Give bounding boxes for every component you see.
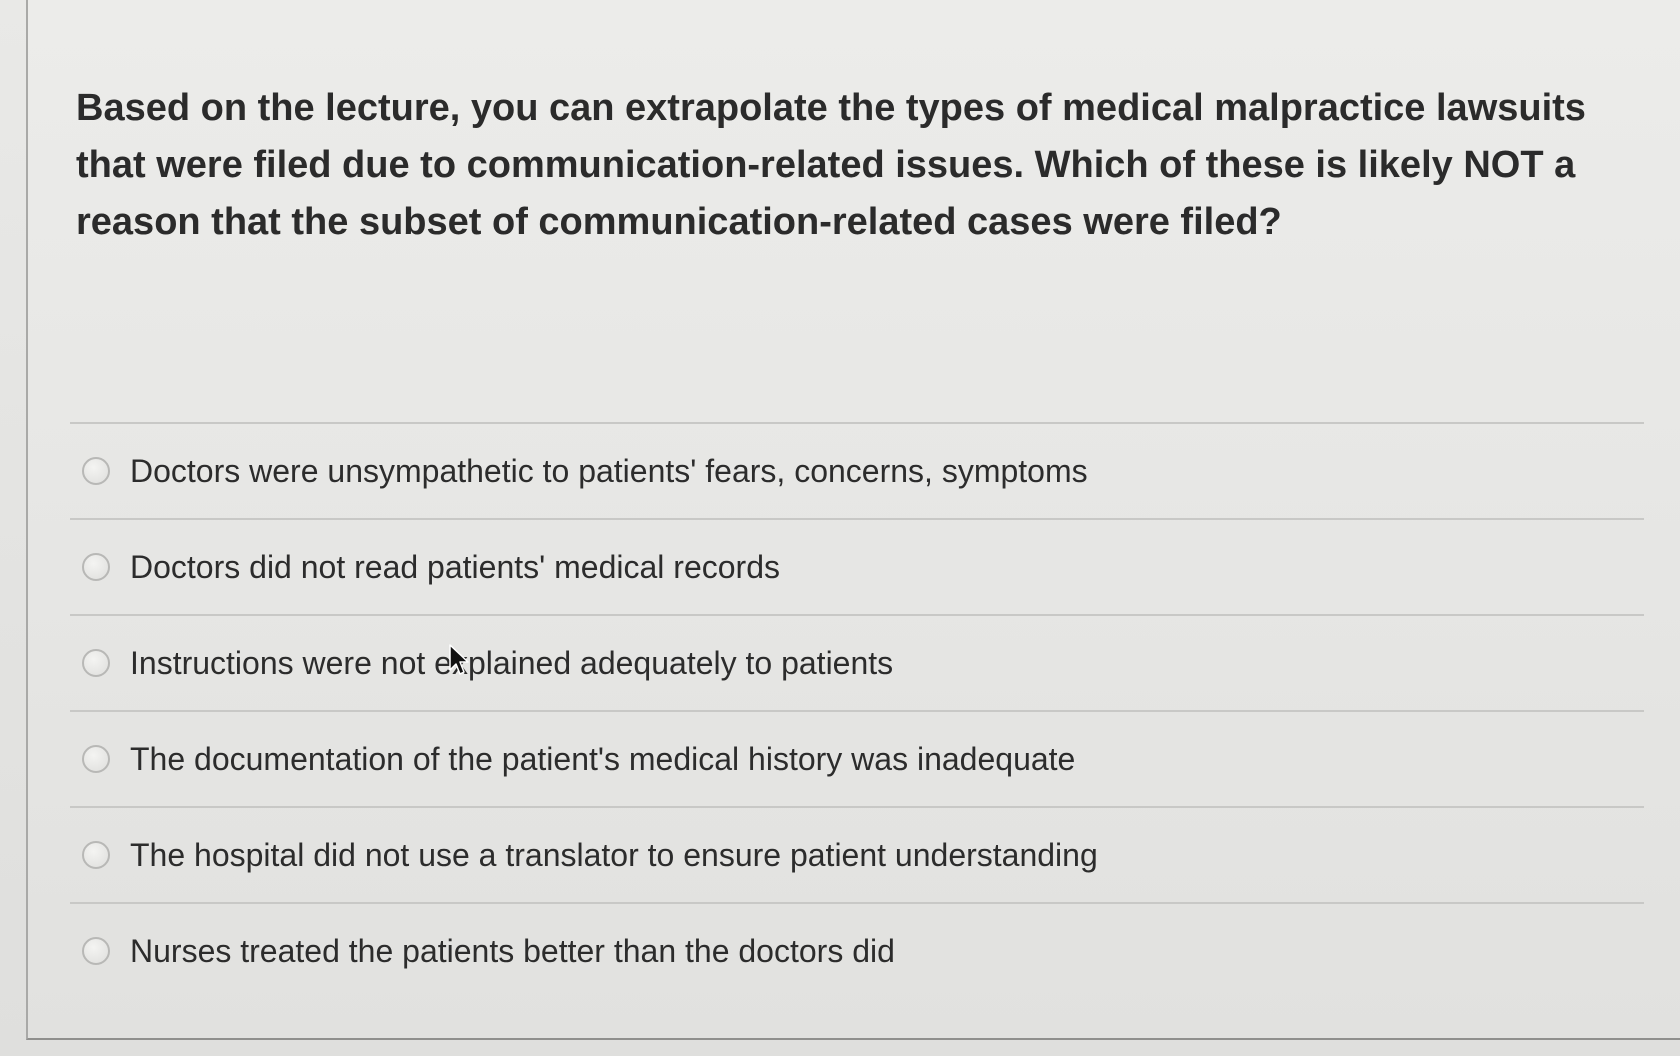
answer-label: Doctors did not read patients' medical r…	[130, 548, 780, 585]
quiz-screen: Based on the lecture, you can extrapolat…	[0, 0, 1680, 1056]
radio-unselected-icon[interactable]	[82, 553, 110, 581]
answer-option-3[interactable]: Instructions were not explained adequate…	[70, 616, 1644, 710]
answer-label: The hospital did not use a translator to…	[130, 836, 1098, 873]
answer-option-6[interactable]: Nurses treated the patients better than …	[70, 904, 1644, 998]
radio-unselected-icon[interactable]	[82, 841, 110, 869]
radio-unselected-icon[interactable]	[82, 937, 110, 965]
answer-label: The documentation of the patient's medic…	[130, 740, 1076, 777]
question-card: Based on the lecture, you can extrapolat…	[26, 0, 1680, 1040]
answer-label: Doctors were unsympathetic to patients' …	[130, 452, 1088, 489]
answer-label: Nurses treated the patients better than …	[130, 932, 895, 969]
answer-option-4[interactable]: The documentation of the patient's medic…	[70, 712, 1644, 806]
radio-unselected-icon[interactable]	[82, 457, 110, 485]
question-text: Based on the lecture, you can extrapolat…	[76, 87, 1586, 243]
answer-option-2[interactable]: Doctors did not read patients' medical r…	[70, 520, 1644, 614]
radio-unselected-icon[interactable]	[82, 745, 110, 773]
answer-list: Doctors were unsympathetic to patients' …	[70, 422, 1644, 998]
radio-unselected-icon[interactable]	[82, 649, 110, 677]
answer-option-5[interactable]: The hospital did not use a translator to…	[70, 808, 1644, 902]
answer-label: Instructions were not explained adequate…	[130, 644, 894, 681]
answer-option-1[interactable]: Doctors were unsympathetic to patients' …	[70, 424, 1644, 518]
